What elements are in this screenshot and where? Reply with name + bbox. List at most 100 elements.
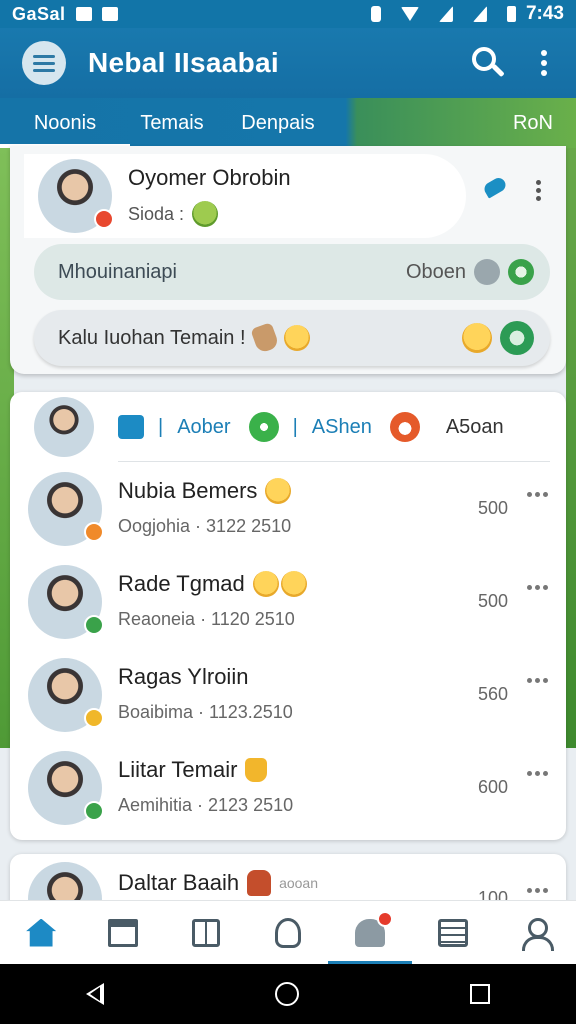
battery-icon	[506, 6, 516, 22]
background-right	[566, 148, 576, 748]
featured-status: Sioda :	[128, 201, 291, 227]
filter-ashen-label: AShen	[311, 415, 372, 438]
app-title: Nebal IIsaabai	[88, 47, 279, 78]
featured-more-icon[interactable]	[532, 176, 544, 204]
conversation-name-text: Daltar Baaih	[118, 870, 240, 895]
conversation-row[interactable]: Nubia Bemers Oogjohia · 3122 2510 500	[10, 464, 566, 557]
list-icon	[437, 918, 468, 947]
notification-badge	[377, 910, 394, 927]
featured-pill-1[interactable]: Mhouinaniapi Oboen	[34, 244, 550, 300]
notification-icon-2	[101, 7, 118, 21]
row-more-icon[interactable]	[527, 585, 548, 590]
pill-2-label: Kalu Iuohan Temain !	[58, 326, 246, 349]
home-circle-icon[interactable]	[274, 982, 299, 1006]
nav-profile[interactable]	[505, 903, 565, 963]
row-more-icon[interactable]	[527, 771, 548, 776]
pill-2-right	[462, 321, 534, 355]
status-bar: GaSal 7:43	[0, 0, 576, 28]
featured-pill-2[interactable]: Kalu Iuohan Temain !	[34, 310, 550, 366]
more-vert-icon[interactable]	[534, 45, 554, 81]
app-bar: Nebal IIsaabai	[0, 28, 576, 98]
emoji-icon	[192, 201, 219, 227]
conversation-name: Liitar Temair	[118, 757, 268, 783]
status-dot	[84, 801, 104, 821]
featured-status-text: Sioda :	[128, 203, 185, 224]
wifi-icon	[400, 7, 419, 21]
conversation-name: Daltar Baaih aooan	[118, 870, 318, 896]
avatar	[28, 658, 104, 732]
conversation-name: Ragas Ylroiin	[118, 664, 249, 689]
row-more-icon[interactable]	[527, 492, 548, 497]
conversation-name-text: Nubia Bemers	[118, 478, 258, 503]
conversation-name-text: Rade Tgmad	[118, 571, 245, 596]
emoji-icon	[280, 571, 307, 597]
conversation-small-text: aooan	[279, 875, 319, 891]
person-icon	[474, 259, 500, 285]
conversation-row[interactable]: Liitar Temair Aemihitia · 2123 2510 600	[10, 743, 566, 836]
tab-denpais[interactable]: Denpais	[214, 98, 342, 148]
home-icon	[26, 918, 57, 947]
action-icon[interactable]	[500, 321, 534, 355]
vpn-icon	[370, 6, 381, 22]
emoji-icon	[252, 571, 279, 597]
recents-icon[interactable]	[470, 984, 491, 1004]
tab-temais[interactable]: Temais	[130, 98, 214, 148]
row-more-icon[interactable]	[527, 888, 548, 893]
separator: |	[292, 415, 298, 438]
avatar	[28, 472, 104, 546]
menu-icon[interactable]	[22, 41, 66, 85]
bank-icon	[108, 918, 139, 947]
featured-text: Oyomer Obrobin Sioda :	[128, 165, 291, 227]
nav-plant[interactable]	[258, 903, 318, 963]
filter-aober[interactable]: | Aober	[118, 415, 231, 439]
status-dot	[84, 615, 104, 635]
signal-icon-2	[472, 6, 487, 22]
conversation-sub: Aemihitia · 2123 2510	[118, 795, 294, 815]
pill-1-label: Mhouinaniapi	[58, 260, 177, 283]
conversation-count: 500	[477, 498, 508, 518]
system-nav	[0, 964, 576, 1024]
conversation-sub: Boaibima · 1123.2510	[118, 702, 293, 722]
conversation-count: 560	[477, 684, 508, 704]
leaf-icon	[248, 412, 279, 442]
status-dot	[84, 708, 104, 728]
hand-icon	[249, 322, 280, 354]
board-icon	[191, 918, 220, 947]
conversation-name: Nubia Bemers	[118, 478, 292, 504]
status-dot	[94, 209, 114, 229]
clock: 7:43	[525, 3, 564, 24]
divider	[118, 461, 550, 462]
tab-noonis[interactable]: Noonis	[0, 98, 130, 148]
separator: |	[158, 415, 164, 438]
conversation-row[interactable]: Ragas Ylroiin Boaibima · 1123.2510 560	[10, 650, 566, 743]
nav-bank[interactable]	[93, 903, 153, 963]
conversation-sub: Reaoneia · 1120 2510	[118, 609, 295, 629]
thumbs-up-icon	[245, 758, 268, 782]
tab-ron[interactable]: RoN	[490, 98, 576, 148]
face-emoji-icon[interactable]	[462, 323, 492, 353]
conversation-row[interactable]: Rade Tgmad Reaoneia · 1120 2510 500	[10, 557, 566, 650]
filter-ashen[interactable]: | AShen	[248, 412, 372, 442]
featured-card: Oyomer Obrobin Sioda : Mhouinaniapi Oboe…	[10, 146, 566, 374]
plant-icon	[274, 917, 301, 948]
filter-a5oan[interactable]: A5oan	[389, 412, 504, 442]
back-icon[interactable]	[85, 983, 104, 1005]
notification-icon	[75, 7, 92, 21]
my-avatar[interactable]	[34, 397, 94, 457]
search-icon[interactable]	[468, 43, 508, 83]
smile-emoji-icon	[283, 325, 310, 351]
bag-icon	[247, 870, 272, 896]
pill-1-right: Oboen	[406, 259, 534, 285]
featured-contact[interactable]: Oyomer Obrobin Sioda :	[24, 154, 466, 238]
emoji-icon	[265, 478, 292, 504]
pin-icon[interactable]	[480, 176, 510, 206]
row-more-icon[interactable]	[527, 678, 548, 683]
nav-list[interactable]	[423, 903, 483, 963]
heart-icon	[389, 412, 420, 442]
conversation-card: | Aober | AShen A5oan Nubia Bemers Oogjo…	[10, 392, 566, 840]
nav-home[interactable]	[11, 903, 71, 963]
nav-board[interactable]	[176, 903, 236, 963]
globe-icon[interactable]	[508, 259, 534, 285]
nav-notifications[interactable]	[328, 903, 413, 965]
conversation-name-text: Liitar Temair	[118, 757, 238, 782]
